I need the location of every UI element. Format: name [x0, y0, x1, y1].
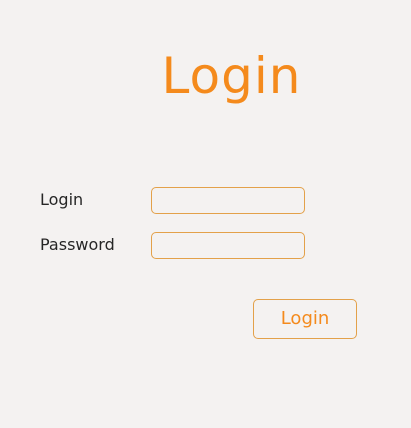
page-title: Login: [161, 47, 302, 105]
login-label: Login: [40, 190, 84, 209]
login-page: Login Login Password Login: [0, 0, 411, 428]
password-input[interactable]: [151, 232, 305, 259]
login-input[interactable]: [151, 187, 305, 214]
password-label: Password: [40, 235, 115, 254]
login-button[interactable]: Login: [253, 299, 357, 339]
